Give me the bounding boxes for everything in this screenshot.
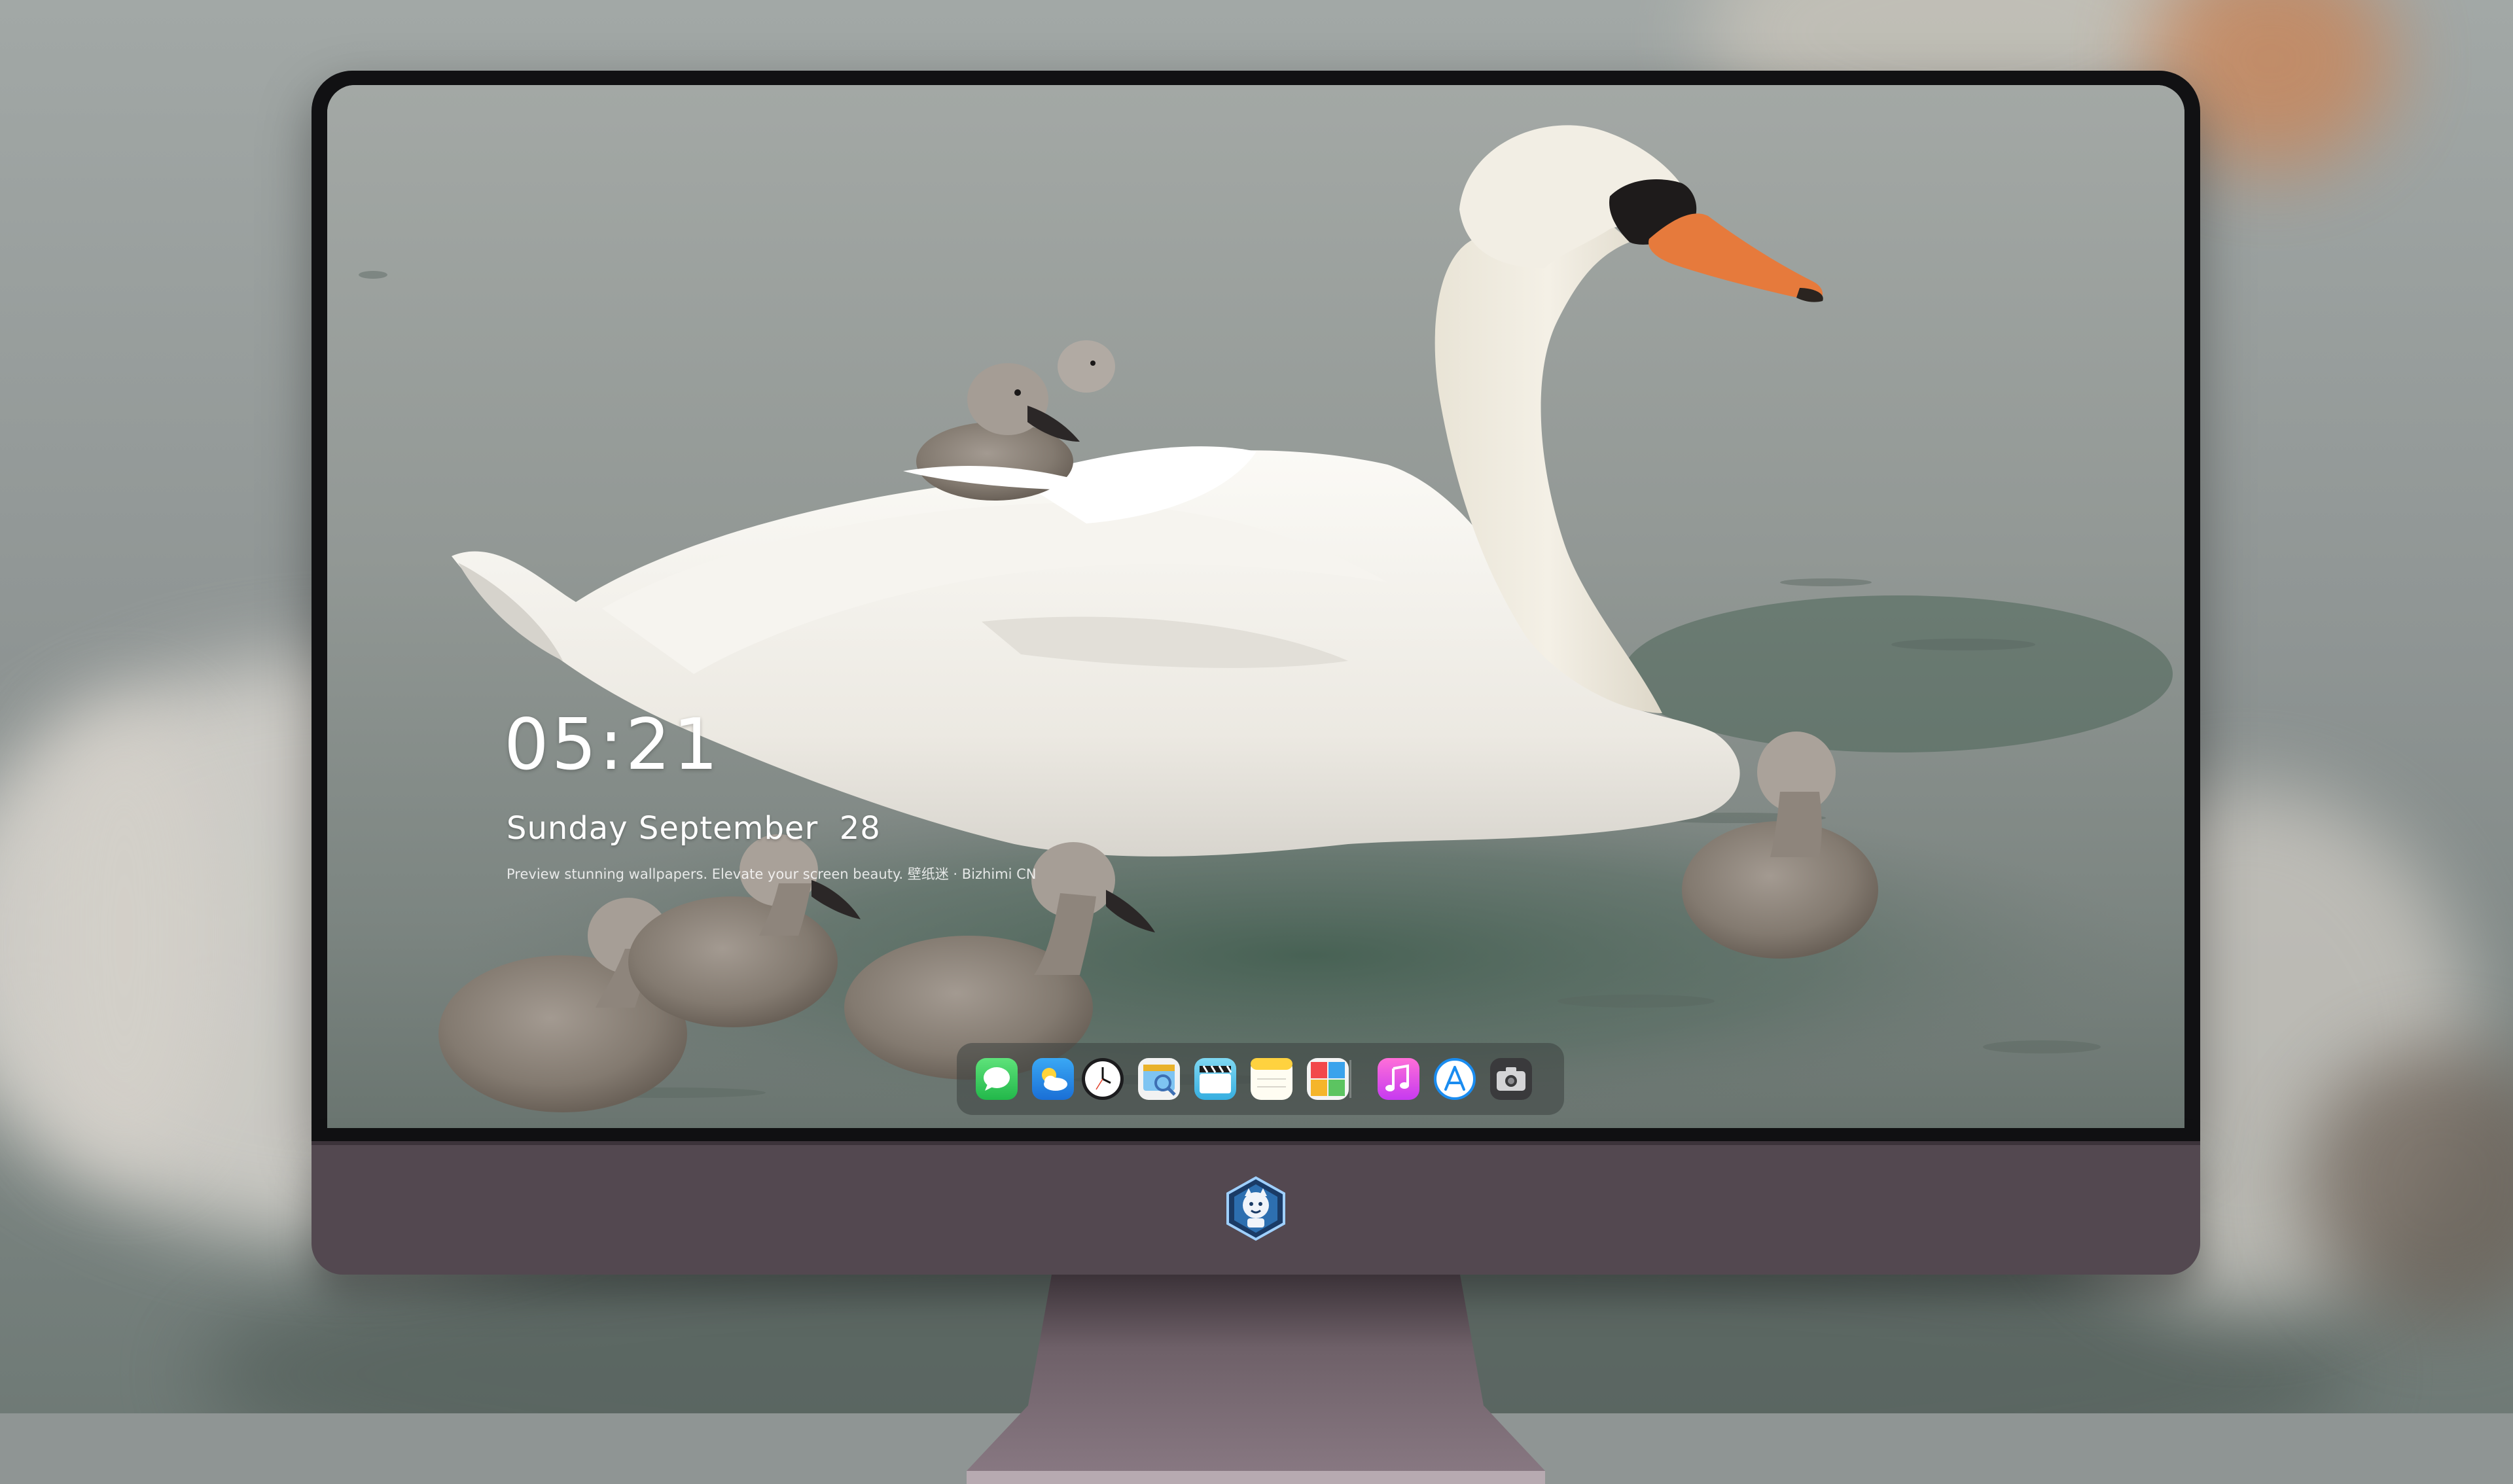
music-icon <box>1385 1064 1409 1091</box>
photo-booth-icon <box>1311 1062 1345 1096</box>
weather-icon <box>1042 1068 1067 1091</box>
dock-item-photo-booth[interactable] <box>1307 1058 1349 1100</box>
preview-icon <box>1143 1065 1176 1096</box>
dock-item-camera[interactable] <box>1490 1058 1532 1100</box>
background-swan-neck-blur <box>26 707 223 1165</box>
swan-wallpaper <box>327 85 2184 1128</box>
dock <box>957 1043 1564 1115</box>
dock-item-notes[interactable] <box>1251 1058 1292 1100</box>
monitor-chin <box>312 1141 2200 1275</box>
dock-item-weather[interactable] <box>1032 1058 1074 1100</box>
dock-item-messages[interactable] <box>976 1058 1018 1100</box>
dock-item-preview[interactable] <box>1138 1058 1180 1100</box>
dock-separator <box>1349 1060 1351 1098</box>
lock-screen-clock: 05:21 <box>504 704 721 786</box>
lock-screen[interactable]: 05:21 Sunday September 28 Preview stunni… <box>327 85 2184 1128</box>
wallpaper-tagline: Preview stunning wallpapers. Elevate you… <box>507 866 1037 882</box>
app-store-icon <box>1444 1066 1465 1091</box>
messages-icon <box>984 1067 1010 1091</box>
monitor-stand <box>967 1275 1545 1484</box>
dock-item-clips[interactable] <box>1194 1058 1236 1100</box>
lock-screen-date: Sunday September 28 <box>507 810 881 847</box>
brand-logo-icon <box>1222 1175 1289 1242</box>
chin-divider <box>312 1141 2200 1145</box>
screen-bezel: 05:21 Sunday September 28 Preview stunni… <box>312 71 2200 1141</box>
clock-icon <box>1085 1061 1120 1097</box>
camera-icon <box>1497 1067 1525 1091</box>
imac-monitor: 05:21 Sunday September 28 Preview stunni… <box>312 71 2200 1484</box>
dock-item-app-store[interactable] <box>1434 1058 1476 1100</box>
dock-item-clock[interactable] <box>1082 1058 1124 1100</box>
notes-icon <box>1251 1058 1292 1087</box>
dock-item-music[interactable] <box>1378 1058 1419 1100</box>
clips-icon <box>1200 1065 1232 1093</box>
